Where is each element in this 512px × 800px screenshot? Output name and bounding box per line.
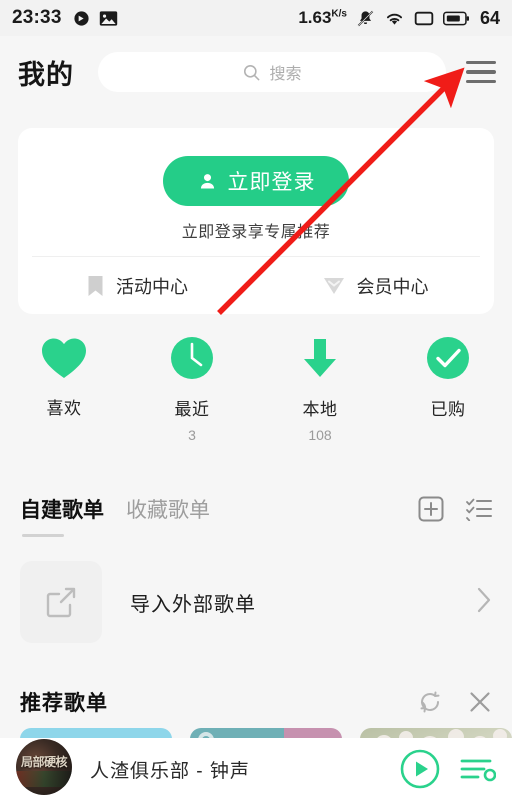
login-subtitle: 立即登录享专属推荐	[181, 224, 331, 241]
recommend-header: 推荐歌单	[0, 676, 512, 728]
clock-icon	[170, 336, 214, 380]
status-time: 23:33	[12, 7, 62, 28]
member-center-link[interactable]: 会员中心	[256, 257, 494, 314]
download-arrow-icon	[298, 336, 342, 380]
activity-center-label: 活动中心	[116, 276, 188, 297]
close-icon[interactable]	[468, 690, 492, 714]
hamburger-line	[466, 70, 496, 74]
heart-icon	[41, 336, 87, 379]
bell-muted-icon	[356, 9, 375, 28]
plus-box-icon[interactable]	[418, 496, 444, 522]
vip-diamond-icon	[322, 275, 346, 296]
now-playing-track: 人渣俱乐部 - 钟声	[90, 760, 250, 782]
member-center-label: 会员中心	[356, 276, 429, 297]
quick-action-count: 3	[188, 427, 196, 443]
cover-artwork	[16, 771, 72, 787]
image-icon	[99, 10, 118, 27]
import-icon	[44, 585, 78, 619]
status-left-icons	[73, 10, 118, 27]
login-card: 立即登录 立即登录享专属推荐 活动中心 会员中心	[18, 128, 494, 314]
login-button-label: 立即登录	[227, 171, 316, 194]
quick-action-label: 最近	[174, 400, 210, 419]
card-links: 活动中心 会员中心	[18, 257, 494, 314]
app-screen: 23:33 1.63K/s 64 我的 搜索 立即登录 立即登录享专属推荐 活动…	[0, 0, 512, 800]
hamburger-line	[466, 60, 496, 65]
import-playlist-row[interactable]: 导入外部歌单	[0, 552, 512, 652]
person-icon	[197, 171, 218, 192]
check-circle-icon	[426, 336, 470, 380]
login-button[interactable]: 立即登录	[163, 156, 349, 206]
cover-text: 局部硬核	[20, 755, 68, 769]
quick-action-purchased[interactable]: 已购	[384, 336, 512, 444]
refresh-icon[interactable]	[418, 690, 442, 714]
search-placeholder: 搜索	[269, 66, 302, 83]
hamburger-line	[466, 79, 496, 84]
playlist-queue-icon[interactable]	[460, 753, 497, 785]
quick-action-count: 108	[308, 427, 332, 443]
activity-center-link[interactable]: 活动中心	[18, 257, 256, 314]
quick-action-local[interactable]: 本地 108	[256, 336, 384, 444]
bookmark-icon	[86, 275, 105, 297]
quick-action-recent[interactable]: 最近 3	[128, 336, 256, 444]
import-playlist-label: 导入外部歌单	[130, 593, 256, 616]
quick-actions-row: 喜欢 最近 3 本地 108 已购	[0, 336, 512, 444]
album-cover[interactable]: 局部硬核	[16, 739, 72, 795]
import-thumbnail	[20, 561, 102, 643]
page-header: 我的 搜索	[0, 36, 512, 108]
battery-icon	[442, 11, 469, 26]
chevron-right-icon	[476, 587, 492, 618]
wifi-icon	[384, 9, 405, 27]
screen-icon	[414, 10, 434, 27]
player-bar: 局部硬核 人渣俱乐部 - 钟声	[0, 738, 512, 800]
play-circle-icon[interactable]	[400, 749, 440, 789]
recommend-title: 推荐歌单	[20, 692, 108, 715]
playlist-tabs: 自建歌单 收藏歌单	[0, 482, 512, 537]
quick-action-label: 本地	[302, 400, 338, 419]
checklist-icon[interactable]	[466, 497, 492, 522]
page-title: 我的	[18, 59, 74, 90]
compass-icon	[73, 10, 90, 27]
battery-level: 64	[479, 7, 500, 28]
quick-action-favorites[interactable]: 喜欢	[0, 336, 128, 444]
hamburger-menu-icon[interactable]	[464, 58, 498, 86]
status-bar: 23:33 1.63K/s 64	[0, 0, 512, 36]
quick-action-label: 已购	[430, 400, 466, 419]
search-input[interactable]: 搜索	[98, 52, 446, 92]
network-speed: 1.63K/s	[298, 8, 347, 27]
tab-own-playlists[interactable]: 自建歌单	[20, 494, 104, 537]
status-right-icons: 1.63K/s 64	[298, 8, 500, 29]
tab-collected-playlists[interactable]: 收藏歌单	[126, 494, 210, 524]
search-icon	[242, 63, 261, 82]
quick-action-label: 喜欢	[46, 399, 82, 418]
